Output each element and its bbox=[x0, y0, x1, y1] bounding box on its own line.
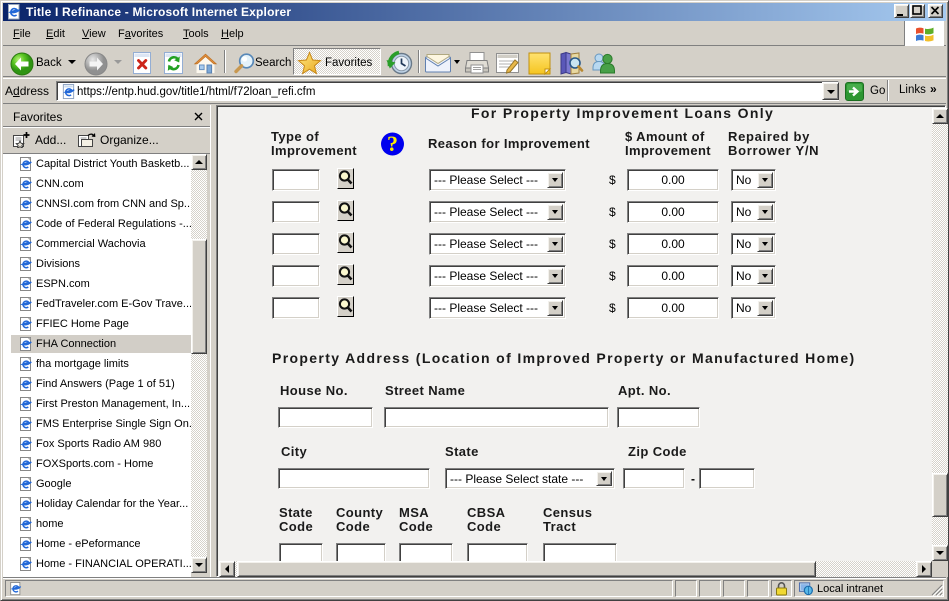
svg-text:?: ? bbox=[387, 131, 398, 156]
